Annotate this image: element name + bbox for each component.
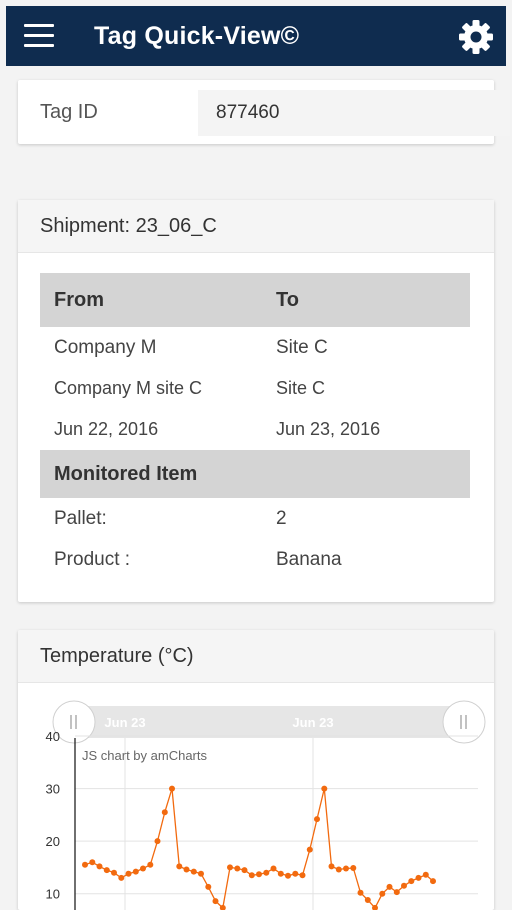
data-point <box>190 868 197 875</box>
data-point <box>82 861 88 868</box>
to-cell: Jun 23, 2016 <box>276 419 381 439</box>
data-point <box>430 878 436 885</box>
data-point <box>328 863 335 870</box>
data-point <box>321 785 328 792</box>
data-point <box>118 874 125 881</box>
data-point <box>270 865 277 872</box>
data-point <box>299 872 306 879</box>
data-point <box>140 865 146 872</box>
data-point <box>350 865 357 871</box>
data-point <box>314 816 320 823</box>
data-point <box>343 865 349 872</box>
data-point <box>183 866 190 873</box>
data-point <box>89 859 96 866</box>
y-tick-label: 20 <box>46 834 60 849</box>
data-point <box>401 882 407 889</box>
tag-id-input[interactable] <box>198 90 510 136</box>
hamburger-menu-icon[interactable] <box>24 24 54 48</box>
y-tick-label: 10 <box>46 887 60 902</box>
data-point <box>393 889 400 896</box>
data-point <box>161 809 168 816</box>
item-value: Banana <box>276 548 342 570</box>
tag-card: Tag ID <box>18 80 510 144</box>
data-point <box>306 846 313 853</box>
scrollbar-right-handle[interactable] <box>442 700 486 744</box>
item-label: Product : <box>54 548 131 570</box>
shipment-table: From To Company M Site C Company M site … <box>40 273 470 580</box>
data-point <box>132 868 139 875</box>
gear-icon[interactable] <box>458 19 494 55</box>
data-point <box>227 864 233 871</box>
data-point <box>256 871 262 878</box>
y-tick-label: 30 <box>46 782 60 797</box>
data-point <box>234 865 241 872</box>
data-point <box>379 890 386 897</box>
shipment-card: Shipment: 23_06_C From To Company M Site… <box>18 200 494 602</box>
table-header-row: From To <box>40 273 470 327</box>
from-cell: Company M site C <box>54 378 203 398</box>
temperature-card: Temperature (°C) Jun 23 Jun 23 10 20 30 40 … <box>18 630 494 910</box>
table-row: Company M site C Site C <box>40 368 470 409</box>
temperature-header: Temperature (°C) <box>18 630 494 683</box>
to-header: To <box>262 273 470 327</box>
scrollbar-date-label: Jun 23 <box>104 715 145 730</box>
tag-id-label: Tag ID <box>40 101 98 123</box>
data-point <box>263 869 270 876</box>
data-point <box>335 866 342 873</box>
data-point <box>408 878 415 885</box>
data-point <box>169 785 175 792</box>
table-row: Jun 22, 2016 Jun 23, 2016 <box>40 409 470 450</box>
table-row: Product : Banana <box>40 539 470 580</box>
data-point <box>364 897 371 903</box>
data-point <box>198 870 204 877</box>
temperature-series-line <box>84 788 434 910</box>
data-point <box>241 867 248 874</box>
temperature-chart-svg: Jun 23 Jun 23 10 20 30 40 JS chart by amCha… <box>46 700 486 910</box>
data-point <box>205 883 212 890</box>
data-point <box>415 874 422 881</box>
data-point <box>176 863 183 870</box>
data-point <box>154 838 161 845</box>
data-point <box>125 870 132 877</box>
to-cell: Site C <box>276 336 328 358</box>
table-row: Company M Site C <box>40 327 470 368</box>
to-cell: Site C <box>276 378 326 398</box>
data-point <box>292 870 299 877</box>
chart-credit: JS chart by amCharts <box>82 748 207 763</box>
app-bar: Tag Quick-View© <box>6 6 506 66</box>
monitored-item-header-row: Monitored Item <box>40 450 470 498</box>
shipment-header: Shipment: 23_06_C <box>18 200 494 253</box>
monitored-item-header: Monitored Item <box>40 450 470 498</box>
from-cell: Jun 22, 2016 <box>54 419 159 439</box>
temperature-chart: Jun 23 Jun 23 10 20 30 40 JS chart by amCha… <box>18 682 494 910</box>
data-point <box>212 898 219 905</box>
data-point <box>422 871 429 878</box>
data-point <box>96 863 103 870</box>
data-point <box>357 889 364 896</box>
data-point <box>386 883 393 890</box>
data-point <box>111 869 117 876</box>
data-point <box>277 870 284 877</box>
data-point <box>103 867 110 874</box>
from-cell: Company M <box>54 336 157 358</box>
table-row: Pallet: 2 <box>40 498 470 539</box>
app-title: Tag Quick-View© <box>94 22 300 50</box>
data-point <box>147 861 154 868</box>
item-value: 2 <box>276 507 287 529</box>
data-point <box>248 872 255 879</box>
from-header: From <box>40 273 262 327</box>
y-tick-label: 40 <box>46 729 60 744</box>
scrollbar-date-label: Jun 23 <box>292 715 333 730</box>
item-label: Pallet: <box>54 507 107 529</box>
data-point <box>285 872 291 879</box>
